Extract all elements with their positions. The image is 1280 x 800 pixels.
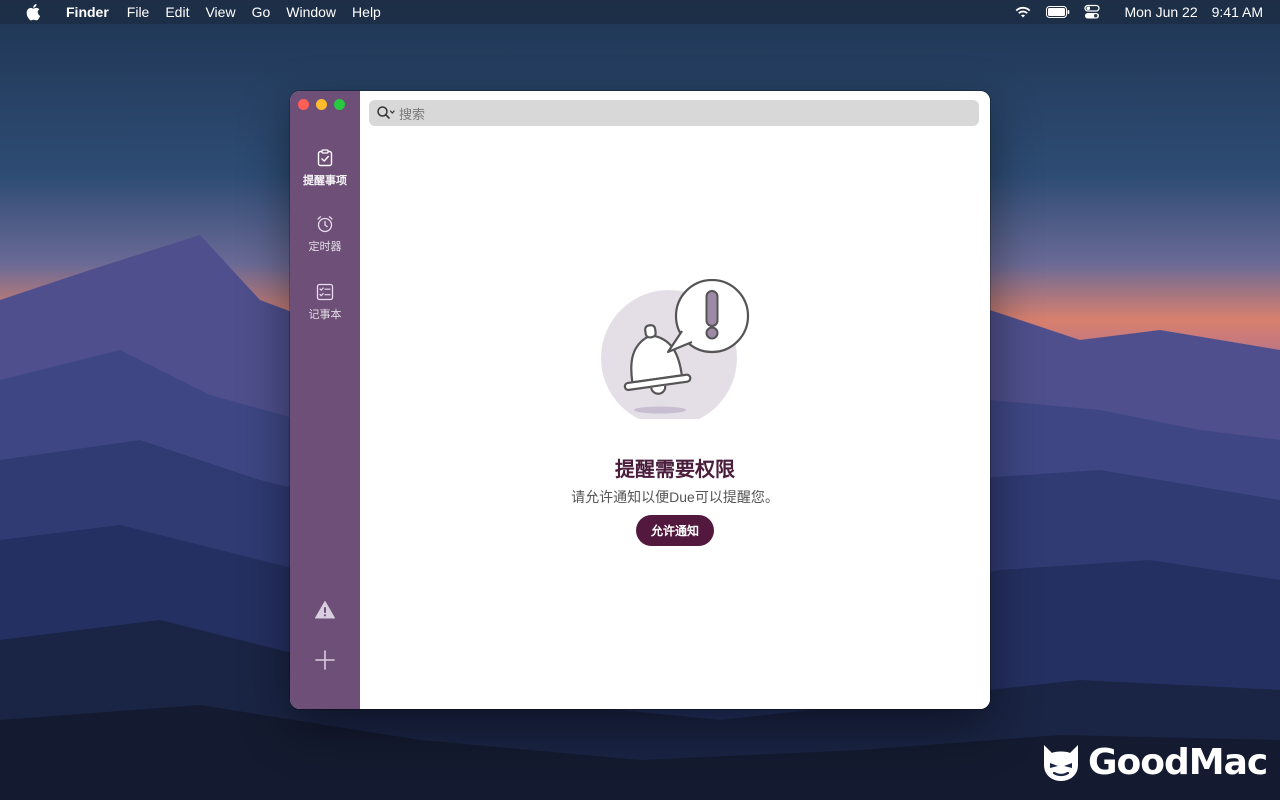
menu-file[interactable]: File [127,4,150,20]
menu-view[interactable]: View [205,4,235,20]
sidebar-item-label: 提醒事项 [303,175,347,187]
wifi-icon[interactable] [1014,5,1032,19]
goodmac-logo-icon [1044,744,1078,781]
allow-notifications-button[interactable]: 允许通知 [636,515,714,546]
add-icon[interactable] [314,649,336,671]
checklist-icon [316,283,334,301]
minimize-window-button[interactable] [316,99,327,110]
control-center-icon[interactable] [1084,4,1101,20]
search-field[interactable]: 搜索 [369,100,979,126]
sidebar-item-notepad[interactable]: 记事本 [290,282,360,322]
menu-window[interactable]: Window [286,4,336,20]
empty-state-subtitle: 请允许通知以便Due可以提醒您。 [571,489,779,505]
main-content: 搜索 提醒需要权限 请允许通知以便Due可以提醒您。 允许通知 [360,91,990,709]
menu-help[interactable]: Help [352,4,381,20]
menubar-date[interactable]: Mon Jun 22 [1124,4,1197,20]
sidebar-item-label: 记事本 [308,309,342,321]
menu-go[interactable]: Go [252,4,271,20]
apple-icon[interactable] [26,3,42,21]
alarm-clock-icon [317,216,333,233]
battery-icon[interactable] [1046,6,1070,18]
sidebar-item-timer[interactable]: 定时器 [290,214,360,254]
search-icon [377,106,395,119]
app-window: 提醒事项 定时器 记事本 搜索 提醒需要权限 请允许通知以便Due可以提醒您。 … [290,91,990,709]
notification-bell-illustration [601,279,750,419]
menu-edit[interactable]: Edit [165,4,189,20]
goodmac-watermark: GoodMac [1040,742,1268,783]
window-controls [298,99,345,110]
menu-bar: Finder File Edit View Go Window Help Mon… [0,0,1280,24]
empty-state-title: 提醒需要权限 [615,459,735,481]
menu-app-name[interactable]: Finder [66,4,109,20]
sidebar: 提醒事项 定时器 记事本 [290,91,360,709]
zoom-window-button[interactable] [334,99,345,110]
reminders-icon [317,149,333,167]
warning-icon[interactable] [314,599,336,621]
sidebar-item-label: 定时器 [308,241,342,253]
close-window-button[interactable] [298,99,309,110]
sidebar-item-reminders[interactable]: 提醒事项 [290,148,360,188]
menubar-time[interactable]: 9:41 AM [1212,4,1263,20]
search-placeholder: 搜索 [399,106,426,122]
watermark-text: GoodMac [1088,742,1268,783]
